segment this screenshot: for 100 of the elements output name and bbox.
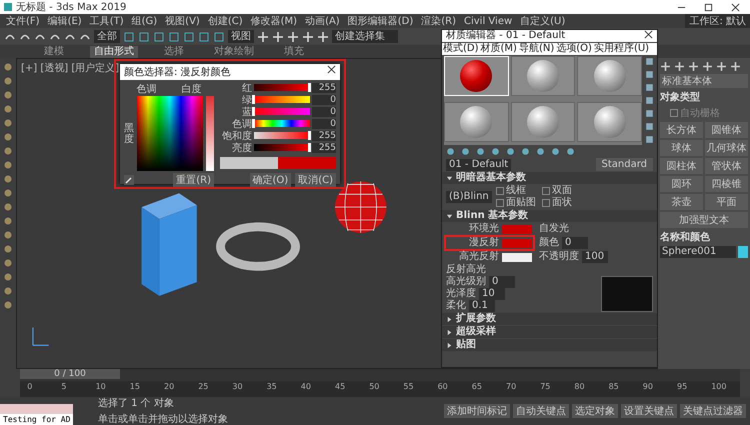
panel-tab-icon[interactable] bbox=[660, 61, 671, 72]
ribbon-tab[interactable]: 选择 bbox=[160, 46, 188, 58]
tool-icon[interactable] bbox=[475, 146, 486, 157]
slider-thumb[interactable] bbox=[252, 95, 255, 104]
panel-tab-icon[interactable] bbox=[702, 61, 713, 72]
color-swatch[interactable] bbox=[502, 238, 532, 248]
color-swatch[interactable] bbox=[502, 252, 532, 262]
channel-value-field[interactable]: 255 bbox=[312, 82, 336, 92]
menu-item[interactable]: 创建(C) bbox=[208, 14, 243, 28]
channel-value-field[interactable]: 255 bbox=[312, 130, 336, 140]
rollout-header[interactable]: 对象类型 bbox=[660, 90, 748, 104]
time-slider-track[interactable]: 0 / 100 bbox=[20, 369, 740, 381]
menu-item[interactable]: 导航(N) bbox=[518, 43, 554, 55]
material-slot[interactable] bbox=[510, 56, 576, 96]
material-slot[interactable] bbox=[577, 102, 642, 142]
menu-item[interactable]: 自定义(U) bbox=[520, 14, 566, 28]
channel-value-field[interactable]: 0 bbox=[312, 106, 336, 116]
menu-item[interactable]: 文件(F) bbox=[6, 14, 40, 28]
menu-item[interactable]: 图形编辑器(D) bbox=[348, 14, 414, 28]
channel-slider[interactable] bbox=[254, 84, 310, 91]
tool-icon[interactable] bbox=[550, 146, 561, 157]
auto-key-button[interactable]: 自动关键点 bbox=[513, 404, 569, 418]
material-slot[interactable] bbox=[444, 102, 509, 142]
tool-icon[interactable] bbox=[183, 30, 195, 42]
spinner-field[interactable]: 0.1 bbox=[469, 300, 495, 312]
collapse-icon[interactable] bbox=[446, 174, 453, 182]
checkbox[interactable] bbox=[496, 199, 504, 207]
channel-value-field[interactable]: 255 bbox=[312, 142, 336, 152]
key-filters-button[interactable]: 关键点过滤器 bbox=[680, 404, 746, 418]
checkbox[interactable] bbox=[670, 109, 678, 117]
collapse-icon[interactable] bbox=[446, 212, 453, 220]
tool-icon[interactable] bbox=[644, 69, 655, 80]
ribbon-tab[interactable]: 对象绘制 bbox=[210, 46, 258, 58]
add-time-tag-button[interactable]: 添加时间标记 bbox=[444, 404, 510, 418]
reference-dropdown[interactable]: 视图 bbox=[228, 30, 254, 43]
maximize-icon[interactable] bbox=[704, 2, 713, 12]
tool-icon[interactable] bbox=[644, 95, 655, 106]
channel-value-field[interactable]: 0 bbox=[312, 118, 336, 128]
rollout-header[interactable]: 名称和颜色 bbox=[660, 230, 748, 244]
tool-icon[interactable] bbox=[138, 30, 150, 42]
object-type-button[interactable]: 长方体 bbox=[660, 122, 703, 138]
object-name-field[interactable]: Sphere001 bbox=[660, 246, 736, 258]
selection-filter-dropdown[interactable]: 全部 bbox=[94, 30, 120, 43]
tool-icon[interactable] bbox=[213, 30, 225, 42]
spinner-field[interactable]: 10 bbox=[479, 288, 505, 300]
shader-dropdown[interactable]: (B)Blinn bbox=[446, 191, 492, 203]
menu-item[interactable]: Civil View bbox=[464, 16, 512, 26]
menu-item[interactable]: 实用程序(U) bbox=[594, 43, 650, 55]
tool-icon[interactable] bbox=[505, 146, 516, 157]
slider-thumb[interactable] bbox=[308, 143, 311, 152]
menu-item[interactable]: 修改器(M) bbox=[250, 14, 298, 28]
channel-slider[interactable] bbox=[254, 120, 310, 127]
spinner-field[interactable]: 100 bbox=[582, 251, 608, 263]
menu-item[interactable]: 编辑(E) bbox=[48, 14, 82, 28]
channel-slider[interactable] bbox=[254, 132, 310, 139]
object-type-button[interactable]: 平面 bbox=[705, 194, 748, 210]
tool-icon[interactable] bbox=[644, 56, 655, 67]
material-slot[interactable] bbox=[510, 102, 576, 142]
tool-icon[interactable] bbox=[644, 82, 655, 93]
tool-icon[interactable] bbox=[644, 134, 655, 145]
spinner-field[interactable]: 0 bbox=[562, 237, 588, 249]
slider-thumb[interactable] bbox=[252, 107, 255, 116]
channel-slider[interactable] bbox=[254, 144, 310, 151]
menu-item[interactable]: 组(G) bbox=[132, 14, 158, 28]
object-type-button[interactable]: 四棱锥 bbox=[705, 176, 748, 192]
tool-icon[interactable] bbox=[153, 30, 165, 42]
ribbon-tab[interactable]: 建模 bbox=[40, 46, 68, 58]
eyedropper-icon[interactable] bbox=[124, 175, 134, 185]
object-type-button[interactable]: 几何球体 bbox=[705, 140, 748, 156]
panel-tab-icon[interactable] bbox=[730, 61, 741, 72]
panel-tab-icon[interactable] bbox=[688, 61, 699, 72]
tool-icon[interactable] bbox=[460, 146, 471, 157]
material-name-field[interactable]: 01 - Default bbox=[446, 158, 512, 170]
checkbox[interactable] bbox=[496, 187, 504, 195]
channel-value-field[interactable]: 0 bbox=[312, 94, 336, 104]
slider-thumb[interactable] bbox=[308, 83, 311, 92]
object-color-swatch[interactable] bbox=[738, 246, 748, 258]
close-icon[interactable] bbox=[327, 65, 336, 74]
cancel-button[interactable]: 取消(C) bbox=[295, 173, 336, 187]
object-type-button[interactable]: 茶壶 bbox=[660, 194, 703, 210]
key-target-dropdown[interactable]: 选定对象 bbox=[572, 404, 618, 418]
rollout-header[interactable]: 贴图 bbox=[456, 339, 476, 351]
ok-button[interactable]: 确定(O) bbox=[250, 173, 292, 187]
menu-item[interactable]: 模式(D) bbox=[443, 43, 479, 55]
menu-item[interactable]: 材质(M) bbox=[480, 43, 517, 55]
ribbon-tab[interactable]: 填充 bbox=[280, 46, 308, 58]
ribbon-tab[interactable]: 自由形式 bbox=[90, 46, 138, 58]
rollout-header[interactable]: 扩展参数 bbox=[456, 313, 496, 325]
spinner-field[interactable]: 0 bbox=[489, 276, 515, 288]
object-type-button[interactable]: 球体 bbox=[660, 140, 703, 156]
tool-icon[interactable] bbox=[168, 30, 180, 42]
menu-item[interactable]: 选项(O) bbox=[556, 43, 592, 55]
hue-spectrum[interactable] bbox=[137, 96, 203, 171]
object-type-button[interactable]: 圆柱体 bbox=[660, 158, 703, 174]
object-type-button[interactable]: 加强型文本 bbox=[660, 212, 748, 228]
panel-tab-icon[interactable] bbox=[716, 61, 727, 72]
tool-icon[interactable] bbox=[123, 30, 135, 42]
tool-icon[interactable] bbox=[445, 146, 456, 157]
object-type-button[interactable]: 圆环 bbox=[660, 176, 703, 192]
tool-icon[interactable] bbox=[644, 108, 655, 119]
